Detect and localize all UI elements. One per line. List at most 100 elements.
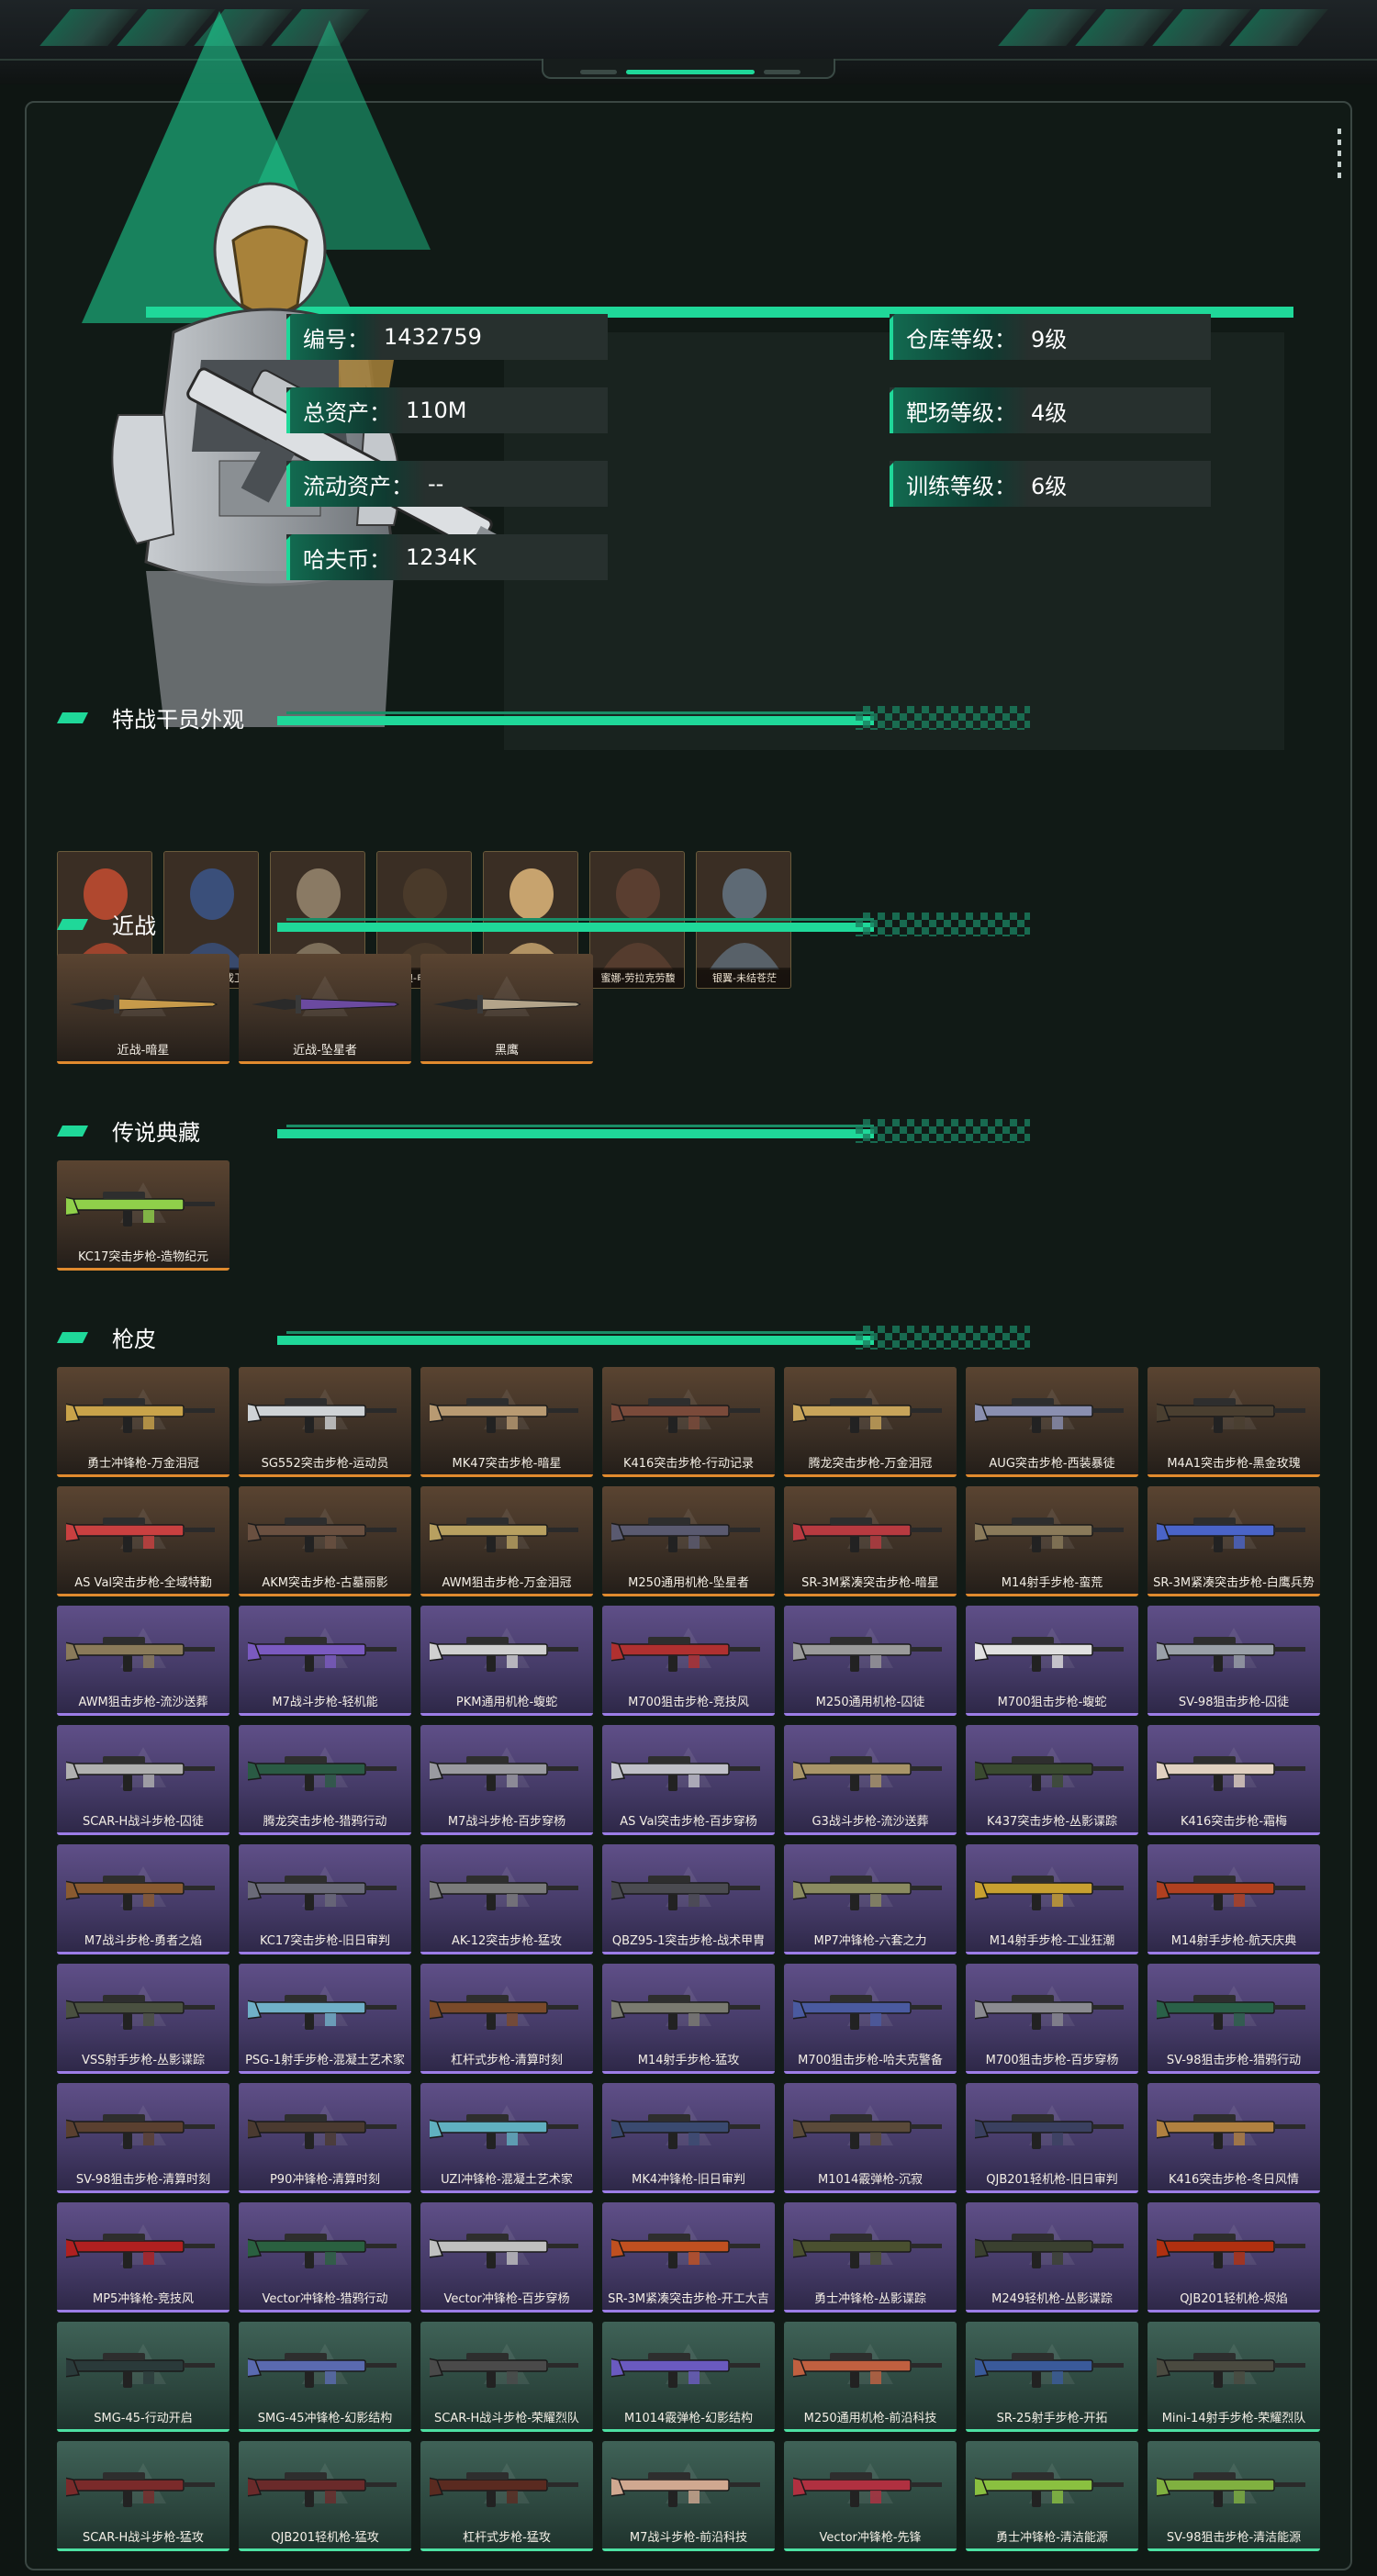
weapon-skin-card[interactable]: 勇士冲锋枪-清洁能源 (966, 2441, 1138, 2551)
weapon-skin-card[interactable]: P90冲锋枪-清算时刻 (239, 2083, 411, 2193)
weapon-skin-card[interactable]: M14射手步枪-工业狂潮 (966, 1844, 1138, 1954)
weapon-skin-card[interactable]: M250通用机枪-坠星者 (602, 1486, 775, 1596)
weapon-icon (611, 2353, 760, 2388)
knife-icon (70, 995, 218, 1014)
weapon-skin-card[interactable]: M700狙击步枪-百步穿杨 (966, 1964, 1138, 2074)
weapon-skin-card[interactable]: M7战斗步枪-轻机能 (239, 1606, 411, 1716)
weapon-skin-card[interactable]: 腾龙突击步枪-万金泪冠 (784, 1367, 957, 1477)
weapon-skin-card[interactable]: SR-3M紧凑突击步枪-开工大吉 (602, 2202, 775, 2313)
weapon-skin-card[interactable]: SG552突击步枪-运动员 (239, 1367, 411, 1477)
weapon-skin-card[interactable]: M7战斗步枪-百步穿杨 (420, 1725, 593, 1835)
weapon-skin-card[interactable]: M14射手步枪-猛攻 (602, 1964, 775, 2074)
weapon-skin-card[interactable]: 杠杆式步枪-清算时刻 (420, 1964, 593, 2074)
weapon-skin-card[interactable]: SMG-45-行动开启 (57, 2322, 230, 2432)
weapon-skin-card[interactable]: 勇士冲锋枪-万金泪冠 (57, 1367, 230, 1477)
weapon-skin-card[interactable]: AS Val突击步枪-百步穿杨 (602, 1725, 775, 1835)
weapon-skin-card[interactable]: UZI冲锋枪-混凝土艺术家 (420, 2083, 593, 2193)
weapon-skin-card[interactable]: 杠杆式步枪-猛攻 (420, 2441, 593, 2551)
weapon-skin-card[interactable]: SV-98狙击步枪-猎鸦行动 (1148, 1964, 1320, 2074)
weapon-skin-card[interactable]: SV-98狙击步枪-清洁能源 (1148, 2441, 1320, 2551)
top-stripes-right (998, 9, 1328, 46)
weapon-skin-card[interactable]: SCAR-H战斗步枪-猛攻 (57, 2441, 230, 2551)
melee-weapon-card[interactable]: 近战-暗星 (57, 954, 230, 1064)
weapon-skin-card[interactable]: SR-25射手步枪-开拓 (966, 2322, 1138, 2432)
card-label: M7战斗步枪-轻机能 (272, 1696, 378, 1709)
weapon-skin-card[interactable]: QJB201轻机枪-旧日审判 (966, 2083, 1138, 2193)
weapon-skin-card[interactable]: PKM通用机枪-蝮蛇 (420, 1606, 593, 1716)
weapon-icon (66, 2472, 215, 2507)
card-label: M1014霰弹枪-幻影结构 (624, 2412, 753, 2425)
weapon-skin-card[interactable]: G3战斗步枪-流沙送葬 (784, 1725, 957, 1835)
weapon-skin-card[interactable]: M249轻机枪-丛影谍踪 (966, 2202, 1138, 2313)
weapon-skin-card[interactable]: AKM突击步枪-古墓丽影 (239, 1486, 411, 1596)
weapon-skin-card[interactable]: QJB201轻机枪-猛攻 (239, 2441, 411, 2551)
melee-weapon-card[interactable]: 近战-坠星者 (239, 954, 411, 1064)
weapon-skin-card[interactable]: AWM狙击步枪-万金泪冠 (420, 1486, 593, 1596)
card-label: M7战斗步枪-百步穿杨 (447, 1815, 566, 1829)
info-havcoin-label: 哈夫币： (286, 534, 404, 580)
info-assets-value: 110M (406, 398, 467, 423)
melee-weapon-card[interactable]: 黑鹰 (420, 954, 593, 1064)
card-label: M7战斗步枪-勇者之焰 (84, 1934, 203, 1948)
weapon-icon (1157, 1398, 1305, 1433)
weapon-skin-card[interactable]: SCAR-H战斗步枪-囚徒 (57, 1725, 230, 1835)
weapon-skin-card[interactable]: M700狙击步枪-竞技风 (602, 1606, 775, 1716)
weapon-skin-card[interactable]: 腾龙突击步枪-猎鸦行动 (239, 1725, 411, 1835)
weapon-skin-card[interactable]: M700狙击步枪-蝮蛇 (966, 1606, 1138, 1716)
weapon-skin-card[interactable]: Vector冲锋枪-百步穿杨 (420, 2202, 593, 2313)
legend-weapon-card[interactable]: KC17突击步枪-造物纪元 (57, 1160, 230, 1271)
weapon-skin-card[interactable]: SR-3M紧凑突击步枪-白鹰兵势 (1148, 1486, 1320, 1596)
weapon-skin-card[interactable]: AWM狙击步枪-流沙送葬 (57, 1606, 230, 1716)
weapon-icon (248, 2114, 397, 2149)
weapon-skin-card[interactable]: K437突击步枪-丛影谍踪 (966, 1725, 1138, 1835)
weapon-skin-card[interactable]: Mini-14射手步枪-荣耀烈队 (1148, 2322, 1320, 2432)
weapon-skin-card[interactable]: AS Val突击步枪-全域特勤 (57, 1486, 230, 1596)
weapon-icon (611, 1756, 760, 1791)
weapon-skin-card[interactable]: K416突击步枪-霜梅 (1148, 1725, 1320, 1835)
weapon-skin-card[interactable]: AK-12突击步枪-猛攻 (420, 1844, 593, 1954)
weapon-skin-card[interactable]: Vector冲锋枪-猎鸦行动 (239, 2202, 411, 2313)
weapon-skin-card[interactable]: MK47突击步枪-暗星 (420, 1367, 593, 1477)
weapon-skin-card[interactable]: MP7冲锋枪-六套之力 (784, 1844, 957, 1954)
card-label: AWM狙击步枪-万金泪冠 (442, 1576, 572, 1590)
weapon-skin-card[interactable]: M250通用机枪-囚徒 (784, 1606, 957, 1716)
weapon-skin-card[interactable]: M14射手步枪-蛮荒 (966, 1486, 1138, 1596)
card-label: 黑鹰 (494, 1044, 519, 1058)
card-label: SR-3M紧凑突击步枪-开工大吉 (608, 2292, 769, 2306)
weapon-skin-card[interactable]: M7战斗步枪-勇者之焰 (57, 1844, 230, 1954)
card-label: 近战-坠星者 (293, 1044, 357, 1058)
weapon-skin-card[interactable]: QBZ95-1突击步枪-战术甲胄 (602, 1844, 775, 1954)
weapon-skin-card[interactable]: MK4冲锋枪-旧日审判 (602, 2083, 775, 2193)
weapon-skin-card[interactable]: SV-98狙击步枪-囚徒 (1148, 1606, 1320, 1716)
weapon-icon (793, 2472, 942, 2507)
card-label: AS Val突击步枪-百步穿杨 (620, 1815, 757, 1829)
weapon-skin-card[interactable]: M700狙击步枪-哈夫克警备 (784, 1964, 957, 2074)
weapon-skin-card[interactable]: SV-98狙击步枪-清算时刻 (57, 2083, 230, 2193)
weapon-skin-card[interactable]: KC17突击步枪-旧日审判 (239, 1844, 411, 1954)
card-label: MK4冲锋枪-旧日审判 (632, 2173, 745, 2187)
weapon-skin-card[interactable]: VSS射手步枪-丛影谍踪 (57, 1964, 230, 2074)
weapon-skin-card[interactable]: M250通用机枪-前沿科技 (784, 2322, 957, 2432)
weapon-skin-card[interactable]: K416突击步枪-行动记录 (602, 1367, 775, 1477)
weapon-skin-card[interactable]: SR-3M紧凑突击步枪-暗星 (784, 1486, 957, 1596)
section-legend-title: 传说典藏 (112, 1120, 200, 1146)
weapon-skin-card[interactable]: QJB201轻机枪-烬焰 (1148, 2202, 1320, 2313)
weapon-icon (975, 1637, 1124, 1672)
weapon-skin-card[interactable]: K416突击步枪-冬日风情 (1148, 2083, 1320, 2193)
weapon-skin-card[interactable]: 勇士冲锋枪-丛影谍踪 (784, 2202, 957, 2313)
weapon-skin-card[interactable]: SMG-45冲锋枪-幻影结构 (239, 2322, 411, 2432)
weapon-skin-card[interactable]: M7战斗步枪-前沿科技 (602, 2441, 775, 2551)
weapon-icon (975, 2234, 1124, 2268)
weapon-skin-card[interactable]: M1014霰弹枪-沉寂 (784, 2083, 957, 2193)
weapon-icon (66, 2234, 215, 2268)
weapon-skin-card[interactable]: SCAR-H战斗步枪-荣耀烈队 (420, 2322, 593, 2432)
weapon-skin-card[interactable]: M4A1突击步枪-黑金玫瑰 (1148, 1367, 1320, 1477)
weapon-skin-card[interactable]: PSG-1射手步枪-混凝土艺术家 (239, 1964, 411, 2074)
weapon-skin-card[interactable]: M1014霰弹枪-幻影结构 (602, 2322, 775, 2432)
weapon-skin-card[interactable]: M14射手步枪-航天庆典 (1148, 1844, 1320, 1954)
weapon-skin-card[interactable]: MP5冲锋枪-竞技风 (57, 2202, 230, 2313)
weapon-skin-card[interactable]: AUG突击步枪-西装暴徒 (966, 1367, 1138, 1477)
panel-scroll-indicator[interactable] (1338, 129, 1341, 182)
weapon-skin-card[interactable]: Vector冲锋枪-先锋 (784, 2441, 957, 2551)
info-training-label: 训练等级： (890, 461, 1029, 507)
